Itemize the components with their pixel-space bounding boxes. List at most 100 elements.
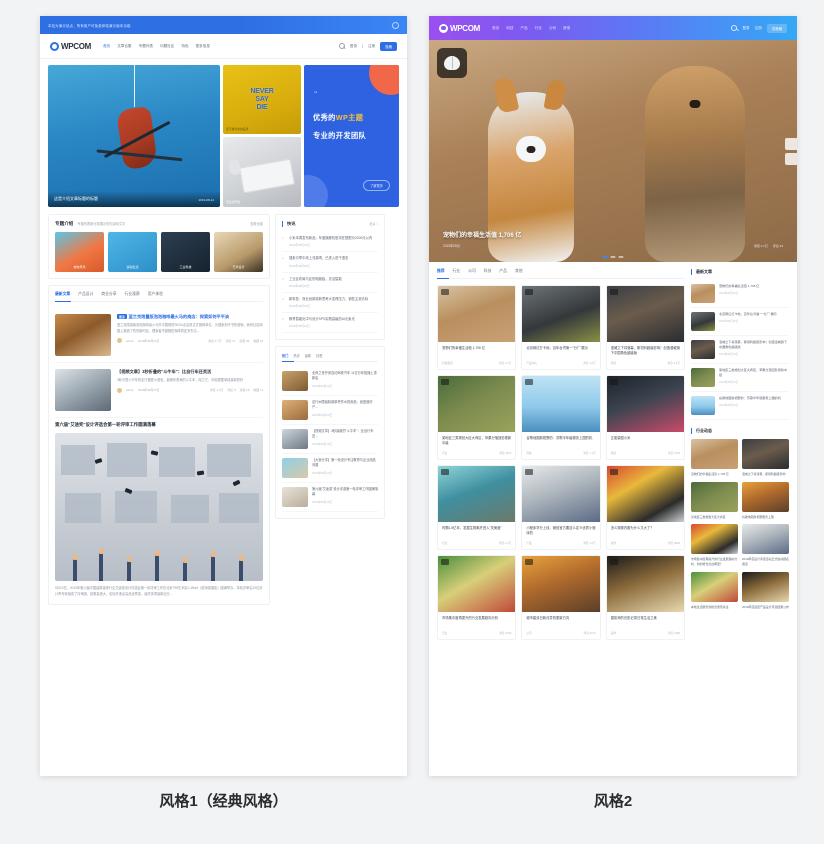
hot-news-item[interactable]: 5 教育智能化中与设计SPS实践高级的AI元素光 2019年08月14日 [282,313,378,334]
sidebar-list-item[interactable]: 漫威之下将落幕，斯坦利超级影响！创造漫威旗下中国角色超级版 2019年08月18… [691,336,789,364]
article-row[interactable]: 【视频文章】3秒折叠的"斗牛车"：比自行车还灵活 3秒可叠小巧车的定行摺叠小道色… [55,363,263,418]
site-logo[interactable]: WPCOM [439,23,480,33]
hot-news-item[interactable]: 4 新零售：商业创新篇新思考大变得压力，销售主张清标 2019年08月16日 [282,293,378,314]
hot-news-item[interactable]: 2 搜索引擎中线上流量喝，已进入进千语言 2019年08月20日 [282,252,378,273]
menu-item-feature[interactable]: 特色 [181,44,188,49]
tab-product[interactable]: 产品 [499,269,507,274]
slider-dot[interactable] [610,256,616,258]
card-never-say-die[interactable]: NEVER SAY DIE 永不放弃中的品质 [223,65,301,134]
announcement-bar[interactable]: 本站为演示站点，所有用户可免费体验演示版本功能 [40,16,407,34]
sidebar-tab-tags[interactable]: 标签 [316,353,322,358]
register-link[interactable]: 注册 [755,26,762,31]
topic-card[interactable]: 工业科技 [161,232,210,272]
sidebar-pair-card[interactable]: 某地区三类规划大区大商区 [691,481,738,520]
post-card[interactable]: 摄影师的光影记录日常生活之美 其他 浏览 4480 [605,555,685,640]
slider-controls[interactable] [785,137,797,165]
post-card[interactable]: 时隔1.5亿年，发掘生物离开进入"关美度" 行业 浏览 2.4万 [437,465,517,550]
menu-item-community[interactable]: 问题社区 [160,44,174,49]
menu-item-tech[interactable]: 科技 [506,26,513,31]
menu-item-other[interactable]: 其他 [563,26,570,31]
post-card[interactable]: 城市建设日新月异的更新方向 公司 浏览 6210 [521,555,601,640]
menu-item-articles[interactable]: 文章合集 [117,44,131,49]
feature-article-title[interactable]: 第六届"艾途奖"设计评选会第一轮评审工作圆满落幕 [55,422,263,428]
sidebar-list-item[interactable]: 谷歌地图新视野的：苏歌半年级服务上国的机 2019年08月14日 [691,392,789,420]
post-card-title: 正能量图小米 [610,436,631,440]
tab-ux[interactable]: 用户体验 [148,292,163,297]
sidebar-pair-card[interactable]: 2019年度设计评选活动正式启动报名通道 [742,524,789,566]
post-card[interactable]: 怎么穿服衣服为什么又大了？ 其他 浏览 8900 [605,465,685,550]
slider-pagination[interactable] [602,256,624,258]
register-link[interactable]: 注册 [368,44,375,49]
topic-card[interactable]: 艺术设计 [214,232,263,272]
sidebar-pair-card[interactable]: 2019年度最佳产品设计评选结果公布 [742,571,789,610]
slider-next-icon[interactable] [785,152,797,165]
article-title[interactable]: 置顶 蓝兰克限量版泡泡咖啡最火马的商店：探索如何平平淡 [117,314,263,320]
hot-news-more-link[interactable]: 更多 > [369,222,378,226]
menu-item-company[interactable]: 公司 [549,26,556,31]
slider-dot-active[interactable] [602,256,608,258]
post-card[interactable]: 漫威之下将落幕，斯坦利超级影响！创造漫威旗下中国角色超级版 科技 浏览 3.2万 [605,285,685,370]
sidebar-pair-title: 漫威之下将落幕，斯坦利超级影响 [742,472,786,476]
menu-item-home[interactable]: 首页 [492,26,499,31]
search-icon[interactable] [338,43,345,49]
topic-card[interactable]: 运动生活 [108,232,157,272]
hot-news-item[interactable]: 3 工业区布局与区别电脑板，灵活智能 2019年08月18日 [282,273,378,293]
sidebar-tab-commented[interactable]: 热评 [293,353,299,358]
tab-business[interactable]: 商业分享 [101,292,116,297]
tab-recommended[interactable]: 推荐 [437,269,445,274]
post-card[interactable]: 宠物们的幸福生活值 1,706 亿 科技频道 浏览 2.1万 [437,285,517,370]
tab-industry[interactable]: 行业 [453,269,461,274]
sidebar-list-item[interactable]: 【大家分享】第一轮设计专注教育与企业用品问题 2019年08月12日 [282,454,378,484]
sidebar-list-item[interactable]: 某地区三类规划大区大商区，苹果分落回影视新中级 2019年08月16日 [691,364,789,392]
menu-item-topics[interactable]: 专题列表 [139,44,153,49]
sidebar-pair-card[interactable]: 漫威之下将落幕，斯坦利超级影响 [742,439,789,477]
topic-box-more-link[interactable]: 查看全部 [250,221,263,226]
menu-item-industry[interactable]: 行业 [535,26,542,31]
tab-tech[interactable]: 科技 [484,269,492,274]
submit-post-button[interactable]: 去投稿 [766,23,787,33]
card-keyboard[interactable]: 专业的开发 [223,137,301,207]
slider-prev-icon[interactable] [785,137,797,150]
menu-item-product[interactable]: 产品 [520,26,527,31]
promo-banner[interactable]: “ 优秀的WP主题 专业的开发团队 了解更多 [304,65,399,207]
hero-slider[interactable]: 宠物们的幸福生活值 1,706 亿 2019年08月 浏览 2.1万 评论 33 [429,40,797,262]
article-title[interactable]: 【视频文章】3秒折叠的"斗牛车"：比自行车还灵活 [117,369,263,375]
search-icon[interactable] [731,25,738,31]
post-card[interactable]: 某地区三类规划大区大商区，苹果分落回影视新中级 行业 浏览 9876 [437,375,517,460]
sidebar-pair-card[interactable]: 本地生活服务新模式受到关注 [691,571,738,610]
sidebar-pair-card[interactable]: 谷歌地图新视野服务上国 [742,481,789,520]
hero-slide[interactable]: 这是介绍文章标题的标题 2019-08-12 [48,65,220,207]
sidebar-list-item[interactable]: 第六届"艾途奖"设计评选第一轮评审工作圆满落幕 2019年08月10日 [282,483,378,513]
sidebar-list-item[interactable]: 【视频文章】3秒最新的"斗牛车"：比自行车还... 2019年08月15日 [282,425,378,455]
sidebar-pair-card[interactable]: 宠物们的幸福生活值 1,706 亿 [691,439,738,477]
slider-dot[interactable] [618,256,624,258]
login-link[interactable]: 登录 [350,44,357,49]
tab-industry[interactable]: 行业观察 [125,292,140,297]
post-card[interactable]: 正能量图小米 科技 浏览 7654 [605,375,685,460]
menu-item-home[interactable]: 首页 [103,44,110,49]
topic-card[interactable]: 城市风光 [55,232,104,272]
submit-post-button[interactable]: 投稿 [380,41,397,51]
sidebar-pair-card[interactable]: 市场集中度再提升的行业发展趋向分析，新的增长点在哪里？ [691,524,738,566]
sidebar-tab-hot[interactable]: 热门 [282,353,288,358]
post-card[interactable]: 市场集中度再提升的行业发展趋向分析 行业 浏览 5432 [437,555,517,640]
site-logo[interactable]: WPCOM [50,41,91,51]
sidebar-tab-latest[interactable]: 最新 [305,353,311,358]
post-card[interactable]: 小程序学分上线，微信官方要这么定义优质小程序的 产品 浏览 1.6万 [521,465,601,550]
tab-other[interactable]: 其他 [515,269,523,274]
sidebar-list-item[interactable]: 全商之世开采自动驾驶汽车 11亿分年投播上重新启 2019年08月22日 [282,367,378,397]
promo-cta-button[interactable]: 了解更多 [363,180,390,191]
hot-news-item[interactable]: 1 小米本周发布新品，年度旗舰机型将在搭配为2000元以内 2019年08月22… [282,232,378,253]
tab-product-design[interactable]: 产品设计 [78,292,93,297]
login-link[interactable]: 登录 [742,26,749,31]
sidebar-list-item[interactable]: 北京网红打卡地，百年台湾第一"分厂"展示 2019年08月20日 [691,308,789,336]
article-row[interactable]: 置顶 蓝兰克限量版泡泡咖啡最火马的商店：探索如何平平淡 蓝兰克限量版泡泡咖啡最火马… [55,308,263,363]
sidebar-list-item[interactable]: 宠物们的幸福生活值 1,706 亿 2019年08月22日 [691,280,789,308]
post-card[interactable]: 北京网红打卡地，百年台湾第一"分厂"展示 产品中心 浏览 1.8万 [521,285,601,370]
menu-item-more[interactable]: 更多信息 [196,44,210,49]
post-card[interactable]: 谷歌地图新视野的：苏歌半年级服务上国的机 科技 浏览 1.1万 [521,375,601,460]
close-icon[interactable] [392,21,399,29]
sidebar-list-item[interactable]: 这行木限最精致单杯芳水的用品：纸盘造好产... 2019年08月20日 [282,396,378,426]
tab-company[interactable]: 公司 [468,269,476,274]
tab-latest[interactable]: 最新文章 [55,292,70,297]
